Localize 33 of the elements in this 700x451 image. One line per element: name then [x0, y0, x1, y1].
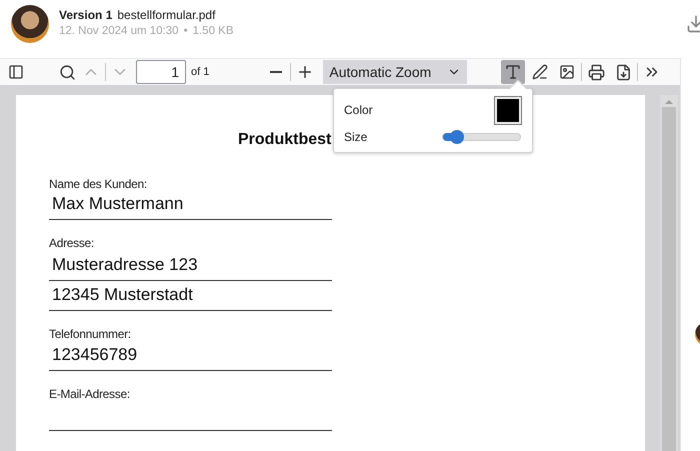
save-file-icon	[614, 64, 632, 80]
text-tool-icon	[504, 63, 522, 81]
version-date: 12. Nov 2024 um 10:30	[59, 25, 179, 37]
minus-icon	[270, 71, 282, 73]
file-name: bestellformular.pdf	[117, 8, 216, 22]
field-label: Adresse:	[49, 236, 95, 250]
text-tool-button[interactable]	[501, 60, 526, 84]
page-count: of 1	[191, 66, 210, 78]
form-field[interactable]: Max Mustermann	[49, 191, 332, 220]
meta-separator: •	[184, 25, 188, 37]
user-avatar	[11, 5, 49, 43]
file-size: 1.50 KB	[192, 25, 234, 37]
document-title: Produktbest	[238, 131, 332, 148]
zoom-select[interactable]: Automatic Zoom	[323, 60, 468, 84]
field-label: E-Mail-Adresse:	[49, 387, 131, 401]
search-icon	[58, 64, 76, 80]
field-label: Name des Kunden:	[49, 177, 148, 191]
form-field[interactable]: Musteradresse 123	[49, 250, 332, 281]
form-field[interactable]: 123456789	[49, 341, 332, 371]
color-label: Color	[344, 103, 373, 117]
download-icon	[686, 14, 700, 34]
scrollbar[interactable]	[660, 95, 678, 451]
page-number-field[interactable]: 1	[136, 60, 186, 84]
image-icon	[559, 64, 576, 80]
sidebar-icon	[8, 64, 24, 80]
print-icon	[588, 64, 605, 80]
pen-icon	[532, 64, 548, 80]
version-label: Version 1	[59, 8, 112, 22]
field-label: Telefonnummer:	[49, 327, 132, 341]
download-button[interactable]	[686, 14, 700, 34]
form-field[interactable]: 12345 Musterstadt	[49, 281, 332, 311]
size-label: Size	[344, 130, 368, 144]
size-slider[interactable]	[442, 133, 521, 141]
